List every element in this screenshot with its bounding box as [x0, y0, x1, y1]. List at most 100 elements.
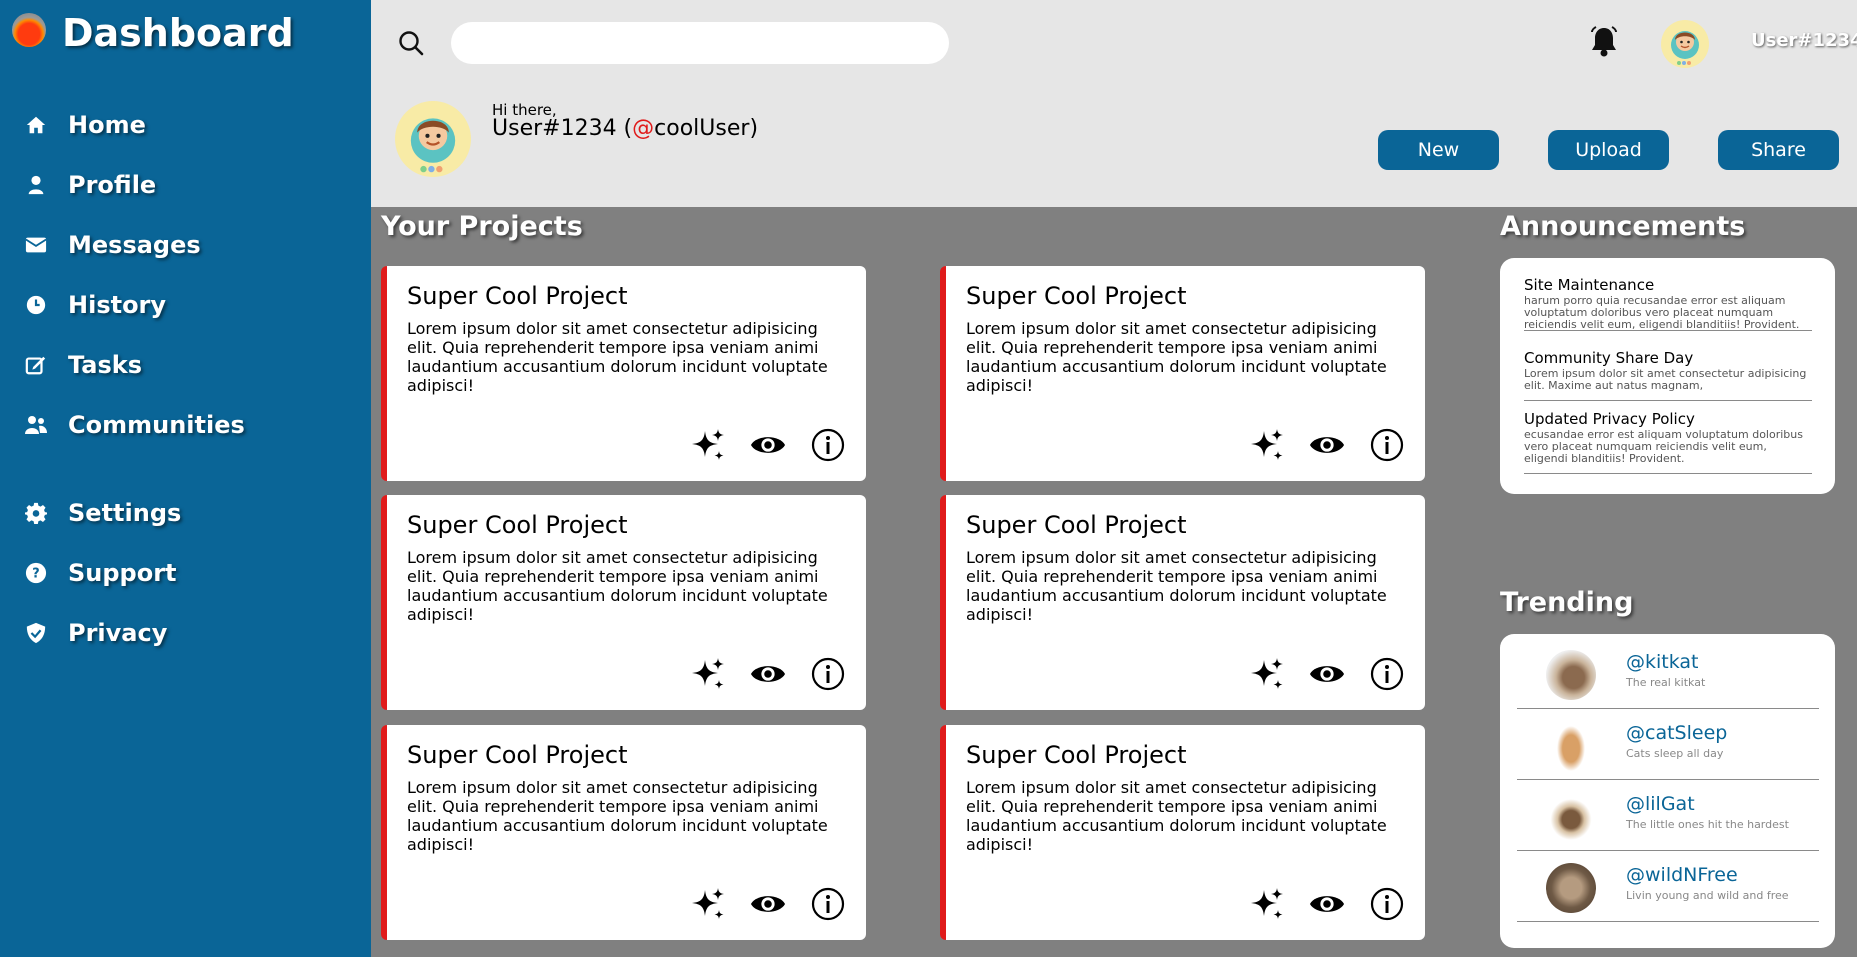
trending-handle: @kitkat — [1626, 651, 1699, 673]
info-icon[interactable] — [810, 886, 846, 922]
eye-icon[interactable] — [750, 427, 786, 463]
trending-item[interactable]: @wildNFree Livin young and wild and free — [1517, 851, 1819, 922]
project-actions — [1225, 656, 1405, 692]
trending-title: Trending — [1500, 587, 1634, 618]
sparkle-icon[interactable] — [1249, 886, 1285, 922]
info-icon[interactable] — [810, 427, 846, 463]
logo-icon — [12, 13, 46, 47]
project-card[interactable]: Super Cool Project Lorem ipsum dolor sit … — [381, 725, 866, 940]
announcement-text: ecusandae error est aliquam voluptatum d… — [1524, 428, 1803, 465]
envelope-icon — [24, 233, 48, 257]
project-card[interactable]: Super Cool Project Lorem ipsum dolor sit … — [381, 495, 866, 710]
announcement-text: Lorem ipsum dolor sit amet consectetur a… — [1524, 367, 1807, 392]
sidebar-item-messages[interactable]: Messages — [0, 215, 371, 275]
project-actions — [666, 886, 846, 922]
eye-icon[interactable] — [1309, 886, 1345, 922]
sidebar-item-support[interactable]: ? Support — [0, 543, 371, 603]
info-icon[interactable] — [1369, 656, 1405, 692]
sidebar-item-label: Profile — [68, 171, 157, 199]
search-icon[interactable] — [397, 29, 425, 57]
display-name: User#1234 ( — [492, 116, 633, 141]
project-description: Lorem ipsum dolor sit amet consectetur a… — [966, 548, 1387, 624]
brand: Dashboard — [12, 8, 294, 58]
sparkle-icon[interactable] — [690, 886, 726, 922]
trending-handle: @wildNFree — [1626, 864, 1738, 886]
project-title: Super Cool Project — [966, 741, 1187, 769]
sidebar-item-history[interactable]: History — [0, 275, 371, 335]
sparkle-icon[interactable] — [690, 656, 726, 692]
project-card[interactable]: Super Cool Project Lorem ipsum dolor sit … — [381, 266, 866, 481]
eye-icon[interactable] — [750, 886, 786, 922]
project-actions — [666, 656, 846, 692]
search-input[interactable] — [451, 22, 949, 64]
eye-icon[interactable] — [1309, 656, 1345, 692]
shield-icon — [24, 621, 48, 645]
sidebar-item-communities[interactable]: Communities — [0, 395, 371, 455]
clock-icon — [24, 293, 48, 317]
trending-bio: Cats sleep all day — [1626, 747, 1724, 760]
user-icon — [24, 173, 48, 197]
trending-item[interactable]: @kitkat The real kitkat — [1517, 638, 1819, 709]
announcement-title: Community Share Day — [1524, 349, 1694, 367]
eye-icon[interactable] — [1309, 427, 1345, 463]
trending-item[interactable]: @catSleep Cats sleep all day — [1517, 709, 1819, 780]
announcement-item[interactable]: Updated Privacy Policy ecusandae error e… — [1524, 410, 1812, 474]
sidebar-item-home[interactable]: Home — [0, 95, 371, 155]
project-card[interactable]: Super Cool Project Lorem ipsum dolor sit … — [940, 495, 1425, 710]
trending-handle: @lilGat — [1626, 793, 1695, 815]
eye-icon[interactable] — [750, 656, 786, 692]
sidebar-item-tasks[interactable]: Tasks — [0, 335, 371, 395]
bell-icon[interactable] — [1589, 26, 1619, 58]
sidebar-item-privacy[interactable]: Privacy — [0, 603, 371, 663]
info-icon[interactable] — [1369, 886, 1405, 922]
announcement-title: Site Maintenance — [1524, 276, 1655, 294]
sidebar-item-label: Settings — [68, 499, 182, 527]
project-title: Super Cool Project — [966, 511, 1187, 539]
sidebar-item-settings[interactable]: Settings — [0, 483, 371, 543]
sidebar-item-label: Support — [68, 559, 177, 587]
cat-avatar — [1546, 721, 1596, 771]
trending-item[interactable]: @lilGat The little ones hit the hardest — [1517, 780, 1819, 851]
avatar[interactable] — [1661, 20, 1709, 68]
users-icon — [24, 413, 48, 437]
trending-handle: @catSleep — [1626, 722, 1728, 744]
sidebar-item-profile[interactable]: Profile — [0, 155, 371, 215]
project-description: Lorem ipsum dolor sit amet consectetur a… — [407, 778, 828, 854]
project-card[interactable]: Super Cool Project Lorem ipsum dolor sit … — [940, 266, 1425, 481]
announcement-text: harum porro quia recusandae error est al… — [1524, 294, 1800, 331]
project-description: Lorem ipsum dolor sit amet consectetur a… — [407, 548, 828, 624]
sparkle-icon[interactable] — [1249, 427, 1285, 463]
trending-bio: The little ones hit the hardest — [1626, 818, 1789, 831]
handle-close: ) — [749, 116, 759, 141]
app-title: Dashboard — [62, 11, 294, 55]
project-title: Super Cool Project — [407, 511, 628, 539]
cat-avatar — [1546, 792, 1596, 842]
cat-avatar — [1546, 650, 1596, 700]
info-icon[interactable] — [1369, 427, 1405, 463]
info-icon[interactable] — [810, 656, 846, 692]
project-title: Super Cool Project — [407, 741, 628, 769]
projects-title: Your Projects — [381, 211, 583, 242]
share-button[interactable]: Share — [1718, 130, 1839, 170]
header: User#1234 Hi there, User#1234 (@coolUser… — [371, 0, 1857, 207]
project-title: Super Cool Project — [966, 282, 1187, 310]
sidebar-nav: Home Profile Messages History Tasks Comm… — [0, 95, 371, 663]
project-actions — [1225, 427, 1405, 463]
cat-avatar — [1546, 863, 1596, 913]
announcement-item[interactable]: Site Maintenance harum porro quia recusa… — [1524, 276, 1812, 331]
new-button[interactable]: New — [1378, 130, 1499, 170]
sparkle-icon[interactable] — [1249, 656, 1285, 692]
sidebar-item-label: Messages — [68, 231, 201, 259]
announcement-item[interactable]: Community Share Day Lorem ipsum dolor si… — [1524, 349, 1812, 401]
sparkle-icon[interactable] — [690, 427, 726, 463]
sidebar-item-label: Privacy — [68, 619, 168, 647]
user-handle: coolUser — [654, 116, 750, 141]
trending-panel: @kitkat The real kitkat @catSleep Cats s… — [1500, 634, 1835, 948]
header-username: User#1234 — [1751, 30, 1857, 51]
project-card[interactable]: Super Cool Project Lorem ipsum dolor sit … — [940, 725, 1425, 940]
sidebar-item-label: Communities — [68, 411, 245, 439]
upload-button[interactable]: Upload — [1548, 130, 1669, 170]
edit-icon — [24, 353, 48, 377]
home-icon — [24, 113, 48, 137]
gear-icon — [24, 501, 48, 525]
